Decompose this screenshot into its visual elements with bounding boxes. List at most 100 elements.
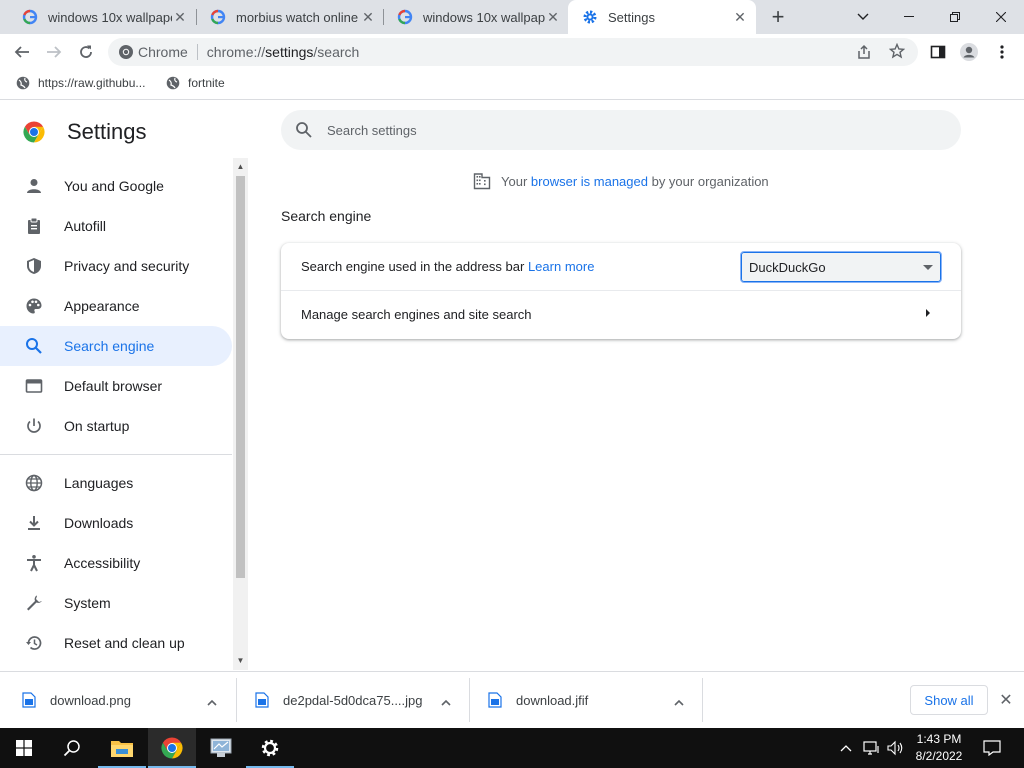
sidebar-item-label: Search engine bbox=[64, 338, 155, 354]
sidebar-item-reset-and-clean-up[interactable]: Reset and clean up bbox=[0, 623, 232, 663]
notifications-icon[interactable] bbox=[980, 728, 1004, 768]
close-tab-icon[interactable]: ✕ bbox=[360, 9, 376, 25]
selected-engine: DuckDuckGo bbox=[749, 259, 826, 275]
taskbar-clock[interactable]: 1:43 PM 8/2/2022 bbox=[910, 731, 968, 765]
address-bar[interactable]: Chrome chrome://settings/search bbox=[108, 38, 918, 66]
browser-toolbar: Chrome chrome://settings/search bbox=[0, 34, 1024, 70]
chevron-up-icon[interactable] bbox=[207, 695, 217, 706]
search-engine-card: Search engine used in the address bar Le… bbox=[281, 243, 961, 339]
tab-settings[interactable]: Settings ✕ bbox=[568, 0, 756, 34]
sidebar-item-accessibility[interactable]: Accessibility bbox=[0, 543, 232, 583]
sidebar-item-languages[interactable]: Languages bbox=[0, 463, 232, 503]
image-file-icon bbox=[255, 692, 269, 708]
restore-button[interactable] bbox=[932, 0, 978, 34]
person-icon bbox=[22, 174, 46, 198]
page-title: Settings bbox=[67, 119, 147, 144]
chrome-logo-icon bbox=[118, 44, 134, 63]
more-menu-icon[interactable] bbox=[988, 38, 1016, 66]
download-item[interactable]: download.jfif bbox=[488, 672, 694, 728]
share-icon[interactable] bbox=[856, 44, 872, 63]
wrench-icon bbox=[22, 591, 46, 615]
url-text: chrome://settings/search bbox=[206, 44, 360, 60]
chevron-up-icon[interactable] bbox=[674, 695, 684, 706]
taskbar-search-icon[interactable] bbox=[48, 728, 96, 768]
sidebar-item-label: System bbox=[64, 595, 111, 611]
sidebar-item-search-engine[interactable]: Search engine bbox=[0, 326, 232, 366]
google-g-icon bbox=[397, 9, 413, 25]
sidebar-item-appearance[interactable]: Appearance bbox=[0, 286, 232, 326]
sidebar-item-autofill[interactable]: Autofill bbox=[0, 206, 232, 246]
download-item[interactable]: de2pdal-5d0dca75....jpg bbox=[255, 672, 461, 728]
tab-strip: windows 10x wallpaper ✕ morbius watch on… bbox=[0, 0, 1024, 34]
tab-title: windows 10x wallpaper bbox=[423, 9, 545, 25]
search-settings-input[interactable] bbox=[327, 122, 827, 138]
shield-icon bbox=[22, 254, 46, 278]
search-icon bbox=[295, 121, 313, 139]
bookmarks-bar: https://raw.githubu... fortnite bbox=[0, 70, 1024, 100]
profile-avatar-icon[interactable] bbox=[955, 38, 983, 66]
bookmark-star-icon[interactable] bbox=[888, 42, 906, 62]
tab-morbius-watch-online[interactable]: morbius watch online - ✕ bbox=[196, 0, 384, 34]
sidebar-item-system[interactable]: System bbox=[0, 583, 232, 623]
sidebar-scrollbar[interactable]: ▲ ▼ bbox=[233, 158, 248, 670]
chevron-up-icon[interactable] bbox=[838, 728, 854, 768]
tab-windows-10x-wallpaper-1[interactable]: windows 10x wallpaper ✕ bbox=[8, 0, 196, 34]
tab-title: morbius watch online - bbox=[236, 9, 360, 25]
forward-button[interactable] bbox=[40, 38, 68, 66]
scroll-down-arrow-icon[interactable]: ▼ bbox=[236, 656, 245, 666]
back-button[interactable] bbox=[8, 38, 36, 66]
tab-windows-10x-wallpaper-2[interactable]: windows 10x wallpaper ✕ bbox=[383, 0, 569, 34]
chrome-taskbar-icon[interactable] bbox=[148, 728, 196, 768]
search-settings-box[interactable] bbox=[281, 110, 961, 150]
close-tab-icon[interactable]: ✕ bbox=[545, 9, 561, 25]
settings-header: Settings bbox=[0, 101, 1024, 157]
settings-gear-icon[interactable] bbox=[246, 728, 294, 768]
scroll-up-arrow-icon[interactable]: ▲ bbox=[236, 162, 245, 172]
download-filename: de2pdal-5d0dca75....jpg bbox=[283, 692, 423, 708]
sidebar-item-privacy-and-security[interactable]: Privacy and security bbox=[0, 246, 232, 286]
managed-suffix: by your organization bbox=[651, 173, 769, 189]
sidebar-item-downloads[interactable]: Downloads bbox=[0, 503, 232, 543]
windows-start-icon[interactable] bbox=[0, 728, 48, 768]
browser-window-icon bbox=[22, 374, 46, 398]
reload-button[interactable] bbox=[72, 38, 100, 66]
building-icon bbox=[473, 172, 491, 190]
globe-icon bbox=[16, 76, 30, 90]
clock-date: 8/2/2022 bbox=[915, 749, 963, 763]
close-tab-icon[interactable]: ✕ bbox=[732, 9, 748, 25]
volume-icon[interactable] bbox=[886, 728, 906, 768]
power-icon bbox=[22, 414, 46, 438]
network-icon[interactable] bbox=[862, 728, 882, 768]
learn-more-link[interactable]: Learn more bbox=[528, 259, 594, 274]
search-engine-row-label: Search engine used in the address bar Le… bbox=[301, 259, 595, 274]
file-explorer-icon[interactable] bbox=[98, 728, 146, 768]
browser-managed-link[interactable]: browser is managed bbox=[531, 174, 648, 189]
sidebar-item-you-and-google[interactable]: You and Google bbox=[0, 166, 232, 206]
sidebar-item-default-browser[interactable]: Default browser bbox=[0, 366, 232, 406]
bookmark-github[interactable]: https://raw.githubu... bbox=[16, 76, 145, 90]
accessibility-icon bbox=[22, 551, 46, 575]
show-all-button[interactable]: Show all bbox=[910, 685, 988, 715]
search-engine-select[interactable]: DuckDuckGo bbox=[740, 251, 942, 283]
new-tab-button[interactable]: + bbox=[766, 4, 790, 29]
google-g-icon bbox=[22, 9, 38, 25]
close-tab-icon[interactable]: ✕ bbox=[172, 9, 188, 25]
manage-search-engines-row[interactable]: Manage search engines and site search bbox=[281, 291, 961, 339]
side-panel-icon[interactable] bbox=[924, 38, 952, 66]
tab-title: windows 10x wallpaper bbox=[48, 9, 172, 25]
download-item[interactable]: download.png bbox=[22, 672, 228, 728]
close-shelf-icon[interactable]: ✕ bbox=[996, 690, 1016, 710]
clock-time: 1:43 PM bbox=[916, 732, 962, 746]
chevron-up-icon[interactable] bbox=[441, 695, 451, 706]
windows-taskbar: 1:43 PM 8/2/2022 bbox=[0, 728, 1024, 768]
control-panel-icon[interactable] bbox=[197, 728, 245, 768]
minimize-button[interactable] bbox=[886, 0, 932, 34]
sidebar-item-on-startup[interactable]: On startup bbox=[0, 406, 232, 446]
scrollbar-thumb[interactable] bbox=[236, 176, 245, 578]
close-window-button[interactable] bbox=[978, 0, 1024, 34]
image-file-icon bbox=[488, 692, 502, 708]
tab-search-chevron-icon[interactable] bbox=[840, 0, 886, 34]
download-divider bbox=[236, 678, 237, 722]
section-title: Search engine bbox=[281, 208, 372, 224]
bookmark-fortnite[interactable]: fortnite bbox=[166, 76, 225, 90]
